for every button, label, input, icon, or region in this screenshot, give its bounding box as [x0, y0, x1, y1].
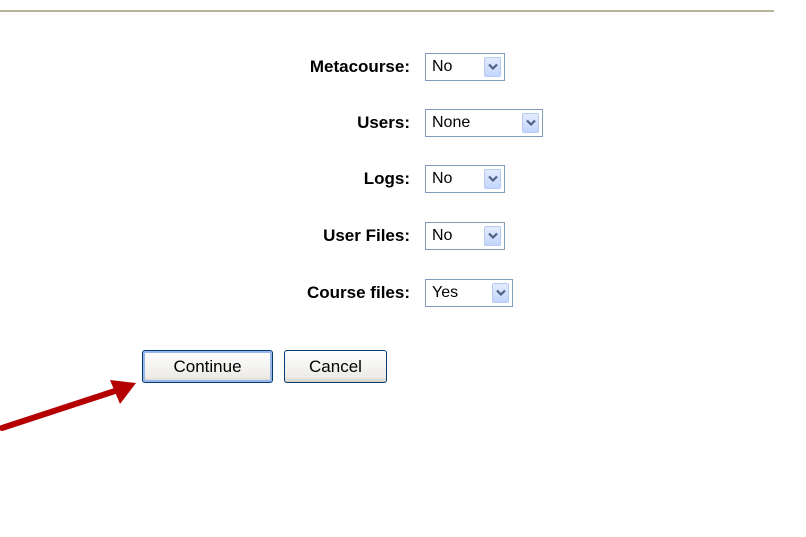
form-row-user-files: User Files: No [0, 222, 806, 250]
course-files-label: Course files: [307, 283, 410, 302]
continue-button[interactable]: Continue [142, 350, 273, 383]
form-row-course-files: Course files: Yes [0, 279, 806, 307]
cancel-button[interactable]: Cancel [284, 350, 387, 383]
users-select-value: None [432, 114, 471, 131]
users-select[interactable]: None [425, 109, 543, 137]
logs-select[interactable]: No [425, 165, 505, 193]
top-divider [0, 10, 774, 12]
form-row-logs: Logs: No [0, 165, 806, 193]
annotation-arrow [0, 380, 136, 431]
logs-label: Logs: [363, 169, 410, 188]
metacourse-select-value: No [432, 58, 453, 75]
course-files-select-value: Yes [432, 284, 459, 301]
metacourse-select[interactable]: No [425, 53, 505, 81]
form-row-users: Users: None [0, 109, 806, 137]
metacourse-label: Metacourse: [309, 57, 410, 76]
logs-select-value: No [432, 170, 453, 187]
chevron-down-icon[interactable] [522, 113, 539, 133]
chevron-down-icon[interactable] [484, 169, 501, 189]
chevron-down-icon[interactable] [484, 226, 501, 246]
user-files-select[interactable]: No [425, 222, 505, 250]
user-files-select-value: No [432, 227, 453, 244]
users-label: Users: [357, 113, 410, 132]
form-row-metacourse: Metacourse: No [0, 53, 806, 81]
user-files-label: User Files: [323, 226, 410, 245]
course-files-select[interactable]: Yes [425, 279, 513, 307]
chevron-down-icon[interactable] [484, 57, 501, 77]
chevron-down-icon[interactable] [492, 283, 509, 303]
